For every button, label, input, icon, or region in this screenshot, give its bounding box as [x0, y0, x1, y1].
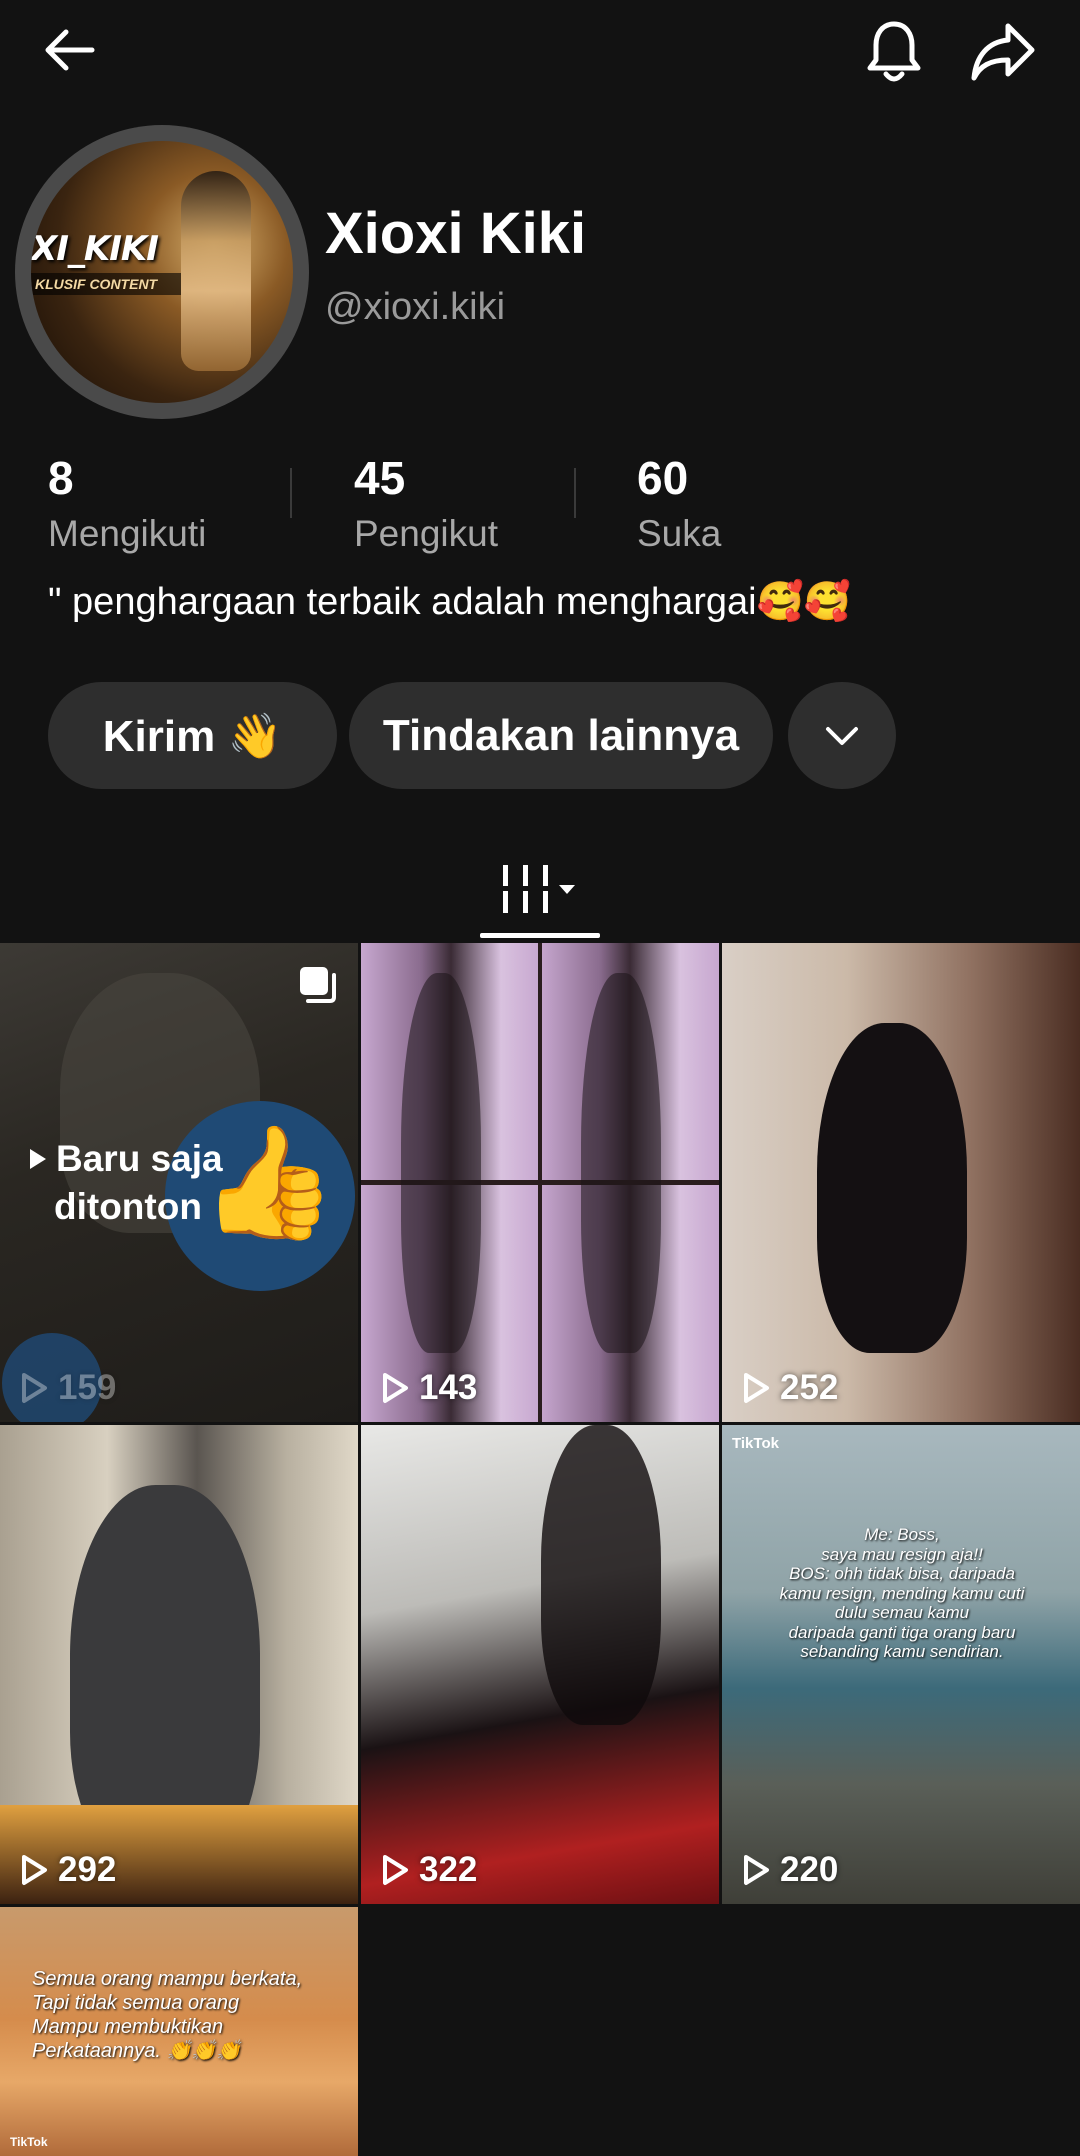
avatar-logo-text: XI_KIKI [31, 229, 159, 269]
play-icon [30, 1149, 46, 1170]
display-name: Xioxi Kiki [325, 201, 587, 266]
thumbnail-shape [581, 973, 661, 1353]
view-count: 159 [20, 1368, 116, 1408]
stat-followers[interactable]: 45 Pengikut [354, 455, 498, 552]
play-icon [744, 1855, 769, 1885]
username-handle: @xioxi.kiki [325, 286, 506, 328]
top-bar [0, 0, 1080, 100]
video-tile[interactable]: 143 [361, 943, 719, 1422]
tab-videos[interactable] [480, 840, 600, 938]
avatar-figure [181, 171, 251, 371]
view-count-value: 322 [419, 1850, 478, 1889]
video-tile[interactable]: 252 [722, 943, 1080, 1422]
view-count: 143 [381, 1368, 477, 1408]
stat-following-label: Mengikuti [48, 513, 207, 554]
notification-button[interactable] [850, 8, 938, 96]
view-count: 252 [742, 1368, 838, 1408]
video-tile[interactable]: Semua orang mampu berkata, Tapi tidak se… [0, 1907, 358, 2156]
recently-watched-label: Baru saja ditonton [28, 1135, 223, 1231]
view-count-value: 292 [58, 1850, 117, 1889]
video-tile[interactable]: 👍 Baru saja ditonton 159 [0, 943, 358, 1422]
caption-line: daripada ganti tiga orang baru [788, 1622, 1016, 1642]
play-icon [22, 1373, 47, 1403]
more-actions-button[interactable]: Tindakan lainnya [349, 682, 773, 789]
recently-watched-line2: ditonton [54, 1186, 202, 1228]
profile-bio: " penghargaan terbaik adalah menghargai🥰… [48, 581, 852, 623]
back-button[interactable] [30, 10, 110, 90]
profile-avatar[interactable]: XI_KIKI KLUSIF CONTENT [15, 125, 309, 419]
photo-carousel-icon [300, 967, 336, 1003]
stat-likes-value: 60 [637, 452, 689, 504]
view-count-value: 220 [780, 1850, 839, 1889]
thumbnail-shape [401, 973, 481, 1353]
view-count: 220 [742, 1850, 838, 1890]
video-tile[interactable]: 292 [0, 1425, 358, 1904]
bell-icon [867, 21, 921, 82]
view-count-value: 252 [780, 1368, 839, 1407]
view-count-value: 159 [58, 1368, 117, 1407]
view-count: 322 [381, 1850, 477, 1890]
caption-line: sebanding kamu sendirian. [800, 1642, 1004, 1662]
caption-line: kamu resign, mending kamu cuti [779, 1583, 1025, 1603]
stat-divider [574, 468, 576, 518]
video-tile[interactable]: TikTok Me: Boss, saya mau resign aja!! B… [722, 1425, 1080, 1904]
share-button[interactable] [958, 8, 1048, 96]
play-icon [22, 1855, 47, 1885]
stat-likes-label: Suka [637, 513, 722, 554]
send-message-button[interactable]: Kirim 👋 [48, 682, 337, 789]
caption-line: Me: Boss, [864, 1525, 940, 1544]
stat-followers-label: Pengikut [354, 513, 498, 554]
stat-divider [290, 468, 292, 518]
thumbnail-shape [817, 1023, 967, 1353]
play-icon [383, 1373, 408, 1403]
avatar-logo-subtext: KLUSIF CONTENT [31, 273, 181, 295]
caption-line: BOS: ohh tidak bisa, daripada [789, 1564, 1015, 1584]
stat-following[interactable]: 8 Mengikuti [48, 455, 206, 552]
suggested-accounts-toggle[interactable] [788, 682, 896, 789]
content-tabs [0, 840, 1080, 940]
tiktok-watermark: TikTok [10, 2135, 48, 2149]
view-count: 292 [20, 1850, 116, 1890]
play-icon [383, 1855, 408, 1885]
recently-watched-line1: Baru saja [56, 1138, 223, 1179]
avatar-image: XI_KIKI KLUSIF CONTENT [31, 141, 293, 403]
view-count-value: 143 [419, 1368, 478, 1407]
caption-line: dulu semau kamu [834, 1603, 970, 1623]
video-grid-icon [503, 865, 575, 913]
chevron-down-icon [826, 726, 858, 745]
video-caption-overlay: Me: Boss, saya mau resign aja!! BOS: ohh… [742, 1525, 1062, 1662]
stat-followers-value: 45 [354, 452, 406, 504]
thumbnail-shape [541, 1425, 661, 1725]
stat-likes[interactable]: 60 Suka [637, 455, 721, 552]
share-icon [971, 23, 1035, 81]
caption-line: saya mau resign aja!! [821, 1544, 983, 1564]
back-arrow-icon [45, 29, 95, 71]
tab-active-indicator [480, 933, 600, 938]
stat-following-value: 8 [48, 452, 74, 504]
tiktok-watermark: TikTok [732, 1435, 779, 1452]
video-tile[interactable]: 322 [361, 1425, 719, 1904]
video-caption-overlay: Semua orang mampu berkata, Tapi tidak se… [32, 1968, 303, 2062]
play-icon [744, 1373, 769, 1403]
